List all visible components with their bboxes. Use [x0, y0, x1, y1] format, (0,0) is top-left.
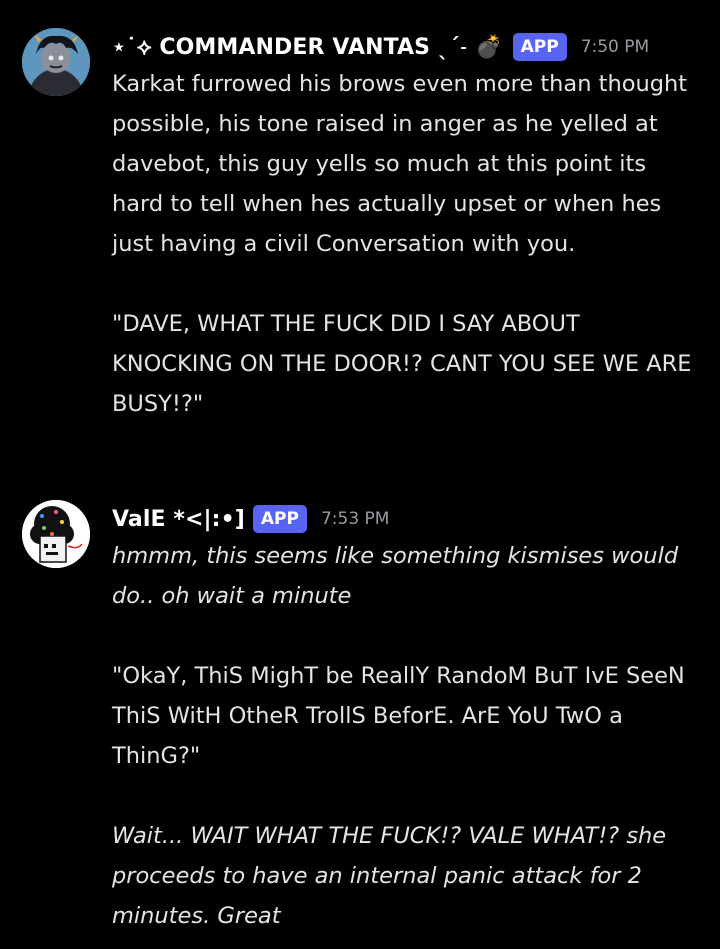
- message-text: Karkat furrowed his brows even more than…: [112, 71, 695, 257]
- timestamp[interactable]: 7:53 PM: [321, 509, 390, 529]
- message-text: hmmm, this seems like something kismises…: [112, 543, 686, 609]
- avatar[interactable]: [22, 500, 90, 568]
- vale-avatar-icon: [22, 500, 90, 568]
- author-name[interactable]: ValE *<|:•]: [112, 507, 245, 532]
- timestamp[interactable]: 7:50 PM: [581, 37, 650, 57]
- avatar[interactable]: [22, 28, 90, 96]
- message-text: "OkaY, ThiS MighT be ReallY RandoM BuT I…: [112, 663, 692, 769]
- message-header: ⋆˙⟡ COMMANDER VANTAS ˎˊ˗ 💣 APP 7:50 PM: [112, 30, 702, 64]
- message-header: ValE *<|:•] APP 7:53 PM: [112, 502, 702, 536]
- karkat-avatar-icon: [22, 28, 90, 96]
- app-badge: APP: [252, 505, 307, 533]
- message-text: "DAVE, WHAT THE FUCK DID I SAY ABOUT KNO…: [112, 311, 699, 417]
- author-name[interactable]: ⋆˙⟡ COMMANDER VANTAS ˎˊ˗ 💣: [112, 35, 503, 60]
- message-text: Wait... WAIT WHAT THE FUCK!? VALE WHAT!?…: [112, 823, 674, 929]
- app-badge: APP: [512, 33, 567, 61]
